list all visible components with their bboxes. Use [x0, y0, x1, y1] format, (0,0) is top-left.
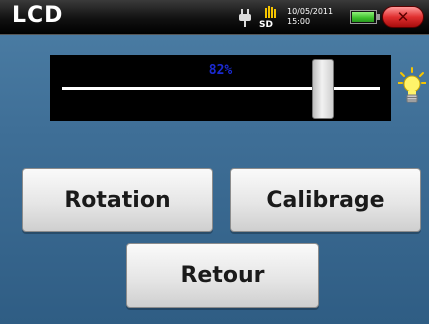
battery-tip	[377, 14, 380, 20]
close-button[interactable]: ✕	[382, 6, 424, 28]
retour-button[interactable]: Retour	[126, 243, 319, 308]
calibrage-button-label: Calibrage	[266, 187, 385, 213]
plug-icon	[239, 9, 251, 27]
date-time: 10/05/2011 15:00	[287, 7, 333, 27]
title-bar: LCD SD 10/05/2011 15:00 ✕	[0, 0, 429, 35]
rotation-button-label: Rotation	[64, 187, 171, 213]
window-title: LCD	[12, 3, 64, 28]
bulb-icon	[398, 67, 426, 103]
time-text: 15:00	[287, 17, 311, 26]
sd-card-icon: SD	[259, 6, 281, 30]
rotation-button[interactable]: Rotation	[22, 168, 213, 232]
brightness-value: 82%	[208, 63, 233, 78]
sd-label: SD	[259, 20, 273, 30]
brightness-slider[interactable]: 82%	[50, 55, 391, 121]
battery-icon	[350, 10, 377, 24]
close-icon: ✕	[396, 8, 410, 26]
calibrage-button[interactable]: Calibrage	[230, 168, 421, 232]
date-text: 10/05/2011	[287, 7, 334, 16]
retour-button-label: Retour	[180, 263, 265, 288]
slider-thumb[interactable]	[311, 59, 334, 119]
screen: LCD SD 10/05/2011 15:00 ✕ 82% Rotation C…	[0, 0, 429, 324]
battery-level	[352, 12, 374, 22]
